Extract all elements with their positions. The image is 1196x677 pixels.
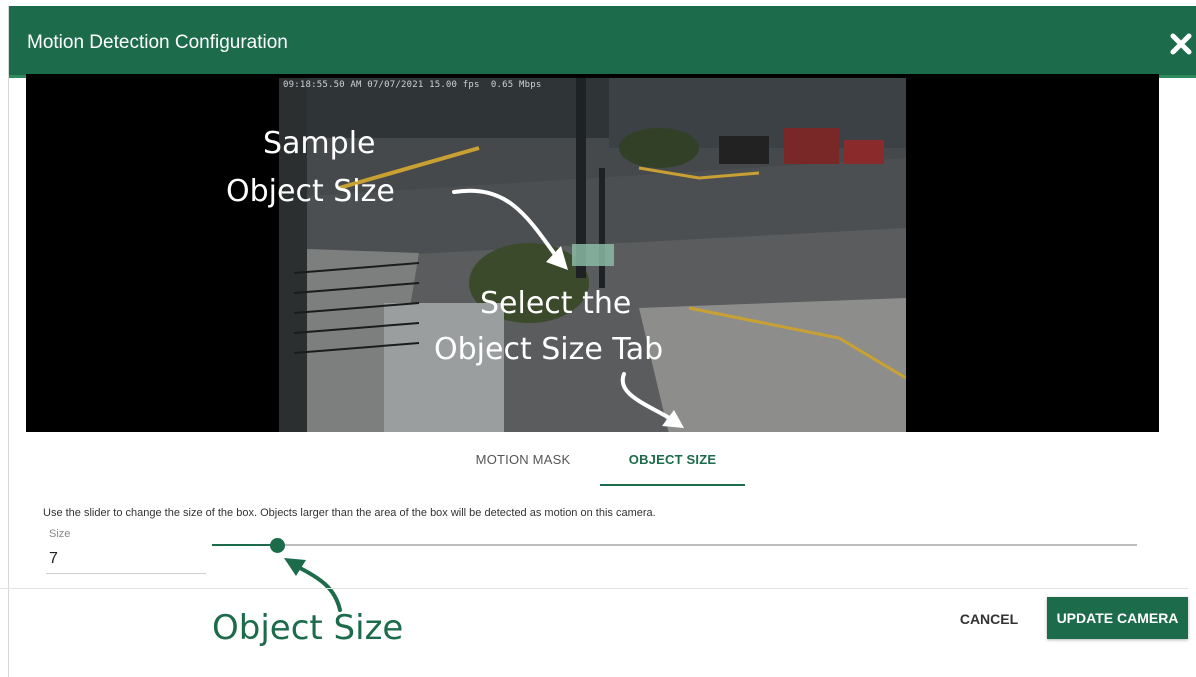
close-icon[interactable] [1167,30,1195,58]
dialog-title: Motion Detection Configuration [27,32,288,53]
config-tabs: MOTION MASK OBJECT SIZE [446,440,745,486]
tab-motion-mask[interactable]: MOTION MASK [446,440,600,486]
annotation-arrows [452,188,684,428]
size-slider-fill [212,544,278,546]
dialog-header: Motion Detection Configuration [9,6,1196,78]
cancel-button[interactable]: CANCEL [948,602,1030,636]
object-size-help-text: Use the slider to change the size of the… [43,507,656,519]
tab-object-size[interactable]: OBJECT SIZE [600,440,745,486]
camera-preview: 09:18:55.50 AM 07/07/2021 15.00 fps 0.65… [26,74,1159,432]
size-input[interactable] [46,544,206,574]
size-label: Size [49,528,71,540]
update-camera-button[interactable]: UPDATE CAMERA [1047,597,1188,639]
footer-divider [0,588,1188,589]
annotation-object-size: Object Size [212,608,404,648]
size-slider-track[interactable] [212,544,1137,546]
